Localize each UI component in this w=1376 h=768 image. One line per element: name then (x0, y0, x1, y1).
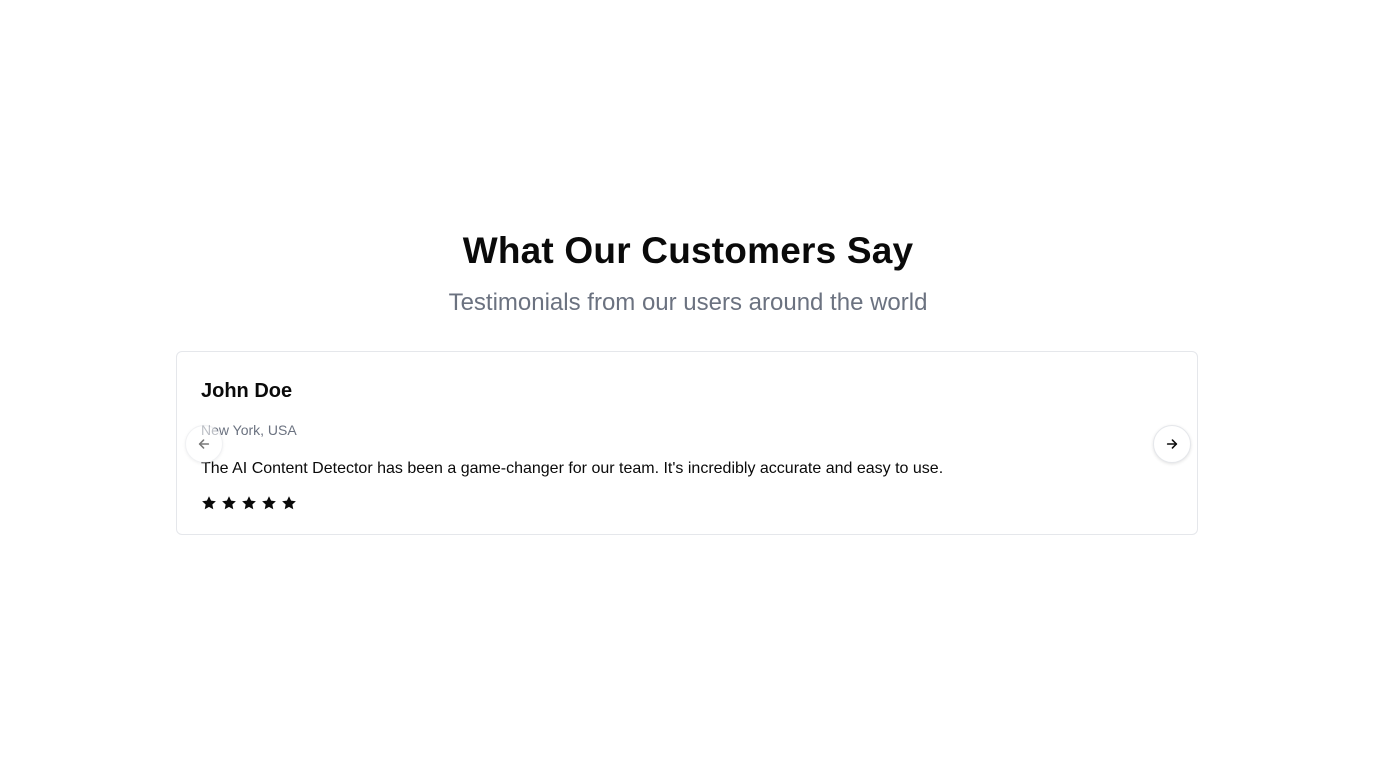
arrow-right-icon (1165, 437, 1179, 451)
testimonials-section: What Our Customers Say Testimonials from… (0, 0, 1376, 768)
carousel-next-button[interactable] (1153, 425, 1191, 463)
star-icon (242, 496, 256, 510)
rating-stars (201, 495, 297, 511)
section-title: What Our Customers Say (462, 230, 914, 271)
star-icon (202, 496, 216, 510)
testimonial-card: John Doe New York, USA The AI Content De… (176, 351, 1198, 535)
arrow-left-icon (197, 437, 211, 451)
testimonial-name: John Doe (201, 380, 293, 402)
star-icon (262, 496, 276, 510)
star-icon (222, 496, 236, 510)
star-icon (282, 496, 296, 510)
testimonial-quote: The AI Content Detector has been a game-… (201, 460, 944, 477)
carousel-prev-button[interactable] (185, 425, 223, 463)
section-subtitle: Testimonials from our users around the w… (448, 289, 928, 316)
